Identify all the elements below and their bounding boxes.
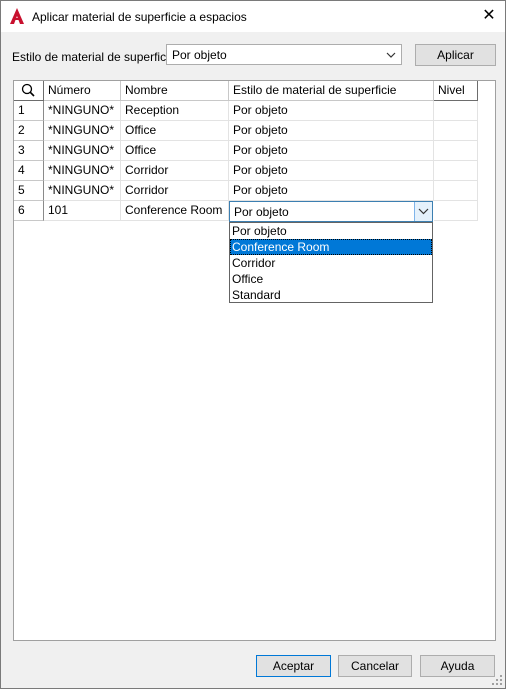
- cell-level[interactable]: [434, 161, 478, 181]
- apply-button[interactable]: Aplicar: [415, 44, 496, 66]
- material-style-dropdown-list: Por objeto Conference Room Corridor Offi…: [229, 222, 433, 303]
- cell-number[interactable]: *NINGUNO*: [44, 141, 121, 161]
- cell-number[interactable]: *NINGUNO*: [44, 181, 121, 201]
- cell-number[interactable]: 101: [44, 201, 121, 221]
- column-header-name[interactable]: Nombre: [121, 81, 229, 101]
- resize-grip-icon[interactable]: [492, 675, 502, 685]
- column-header-level[interactable]: Nivel: [434, 81, 478, 101]
- row-number[interactable]: 1: [14, 101, 44, 121]
- autocad-app-icon: [10, 8, 24, 24]
- spaces-grid: Número Nombre Estilo de material de supe…: [13, 80, 496, 641]
- cancel-button[interactable]: Cancelar: [338, 655, 412, 677]
- cell-name[interactable]: Corridor: [121, 161, 229, 181]
- dropdown-toggle-button[interactable]: [414, 202, 432, 221]
- surface-material-style-select[interactable]: Por objeto: [166, 44, 402, 65]
- cell-number[interactable]: *NINGUNO*: [44, 101, 121, 121]
- dropdown-option[interactable]: Por objeto: [230, 223, 432, 239]
- row-number[interactable]: 2: [14, 121, 44, 141]
- grid-search-corner[interactable]: [14, 81, 44, 101]
- cell-level[interactable]: [434, 121, 478, 141]
- row-number[interactable]: 6: [14, 201, 44, 221]
- style-select-value: Por objeto: [172, 48, 227, 62]
- cell-material-style[interactable]: Por objeto: [229, 161, 434, 181]
- cell-level[interactable]: [434, 201, 478, 221]
- cell-material-style[interactable]: Por objeto: [229, 101, 434, 121]
- row-number[interactable]: 3: [14, 141, 44, 161]
- editor-value: Por objeto: [234, 205, 289, 219]
- close-icon[interactable]: ✕: [477, 5, 501, 27]
- chevron-down-icon: [386, 52, 396, 58]
- cell-number[interactable]: *NINGUNO*: [44, 121, 121, 141]
- column-header-material-style[interactable]: Estilo de material de superficie: [229, 81, 434, 101]
- cell-name[interactable]: Office: [121, 121, 229, 141]
- dropdown-option[interactable]: Standard: [230, 287, 432, 303]
- cell-name[interactable]: Office: [121, 141, 229, 161]
- window-title: Aplicar material de superficie a espacio…: [32, 10, 247, 24]
- dropdown-option[interactable]: Office: [230, 271, 432, 287]
- dropdown-option-selected[interactable]: Conference Room: [230, 239, 432, 255]
- title-bar: Aplicar material de superficie a espacio…: [1, 1, 505, 32]
- row-number[interactable]: 4: [14, 161, 44, 181]
- row-number[interactable]: 5: [14, 181, 44, 201]
- cell-level[interactable]: [434, 181, 478, 201]
- dialog-window: Aplicar material de superficie a espacio…: [0, 0, 506, 689]
- cell-number[interactable]: *NINGUNO*: [44, 161, 121, 181]
- cell-name[interactable]: Conference Room: [121, 201, 229, 221]
- cell-material-style[interactable]: Por objeto: [229, 121, 434, 141]
- cell-level[interactable]: [434, 141, 478, 161]
- ok-button[interactable]: Aceptar: [256, 655, 331, 677]
- cell-name[interactable]: Corridor: [121, 181, 229, 201]
- cell-level[interactable]: [434, 101, 478, 121]
- column-header-number[interactable]: Número: [44, 81, 121, 101]
- cell-material-style[interactable]: Por objeto: [229, 181, 434, 201]
- cell-material-style-editor[interactable]: Por objeto: [229, 201, 433, 222]
- cell-material-style[interactable]: Por objeto: [229, 141, 434, 161]
- help-button[interactable]: Ayuda: [420, 655, 495, 677]
- search-icon: [21, 83, 35, 97]
- style-label: Estilo de material de superficie:: [12, 50, 179, 64]
- dropdown-option[interactable]: Corridor: [230, 255, 432, 271]
- chevron-down-icon: [418, 208, 429, 215]
- cell-name[interactable]: Reception: [121, 101, 229, 121]
